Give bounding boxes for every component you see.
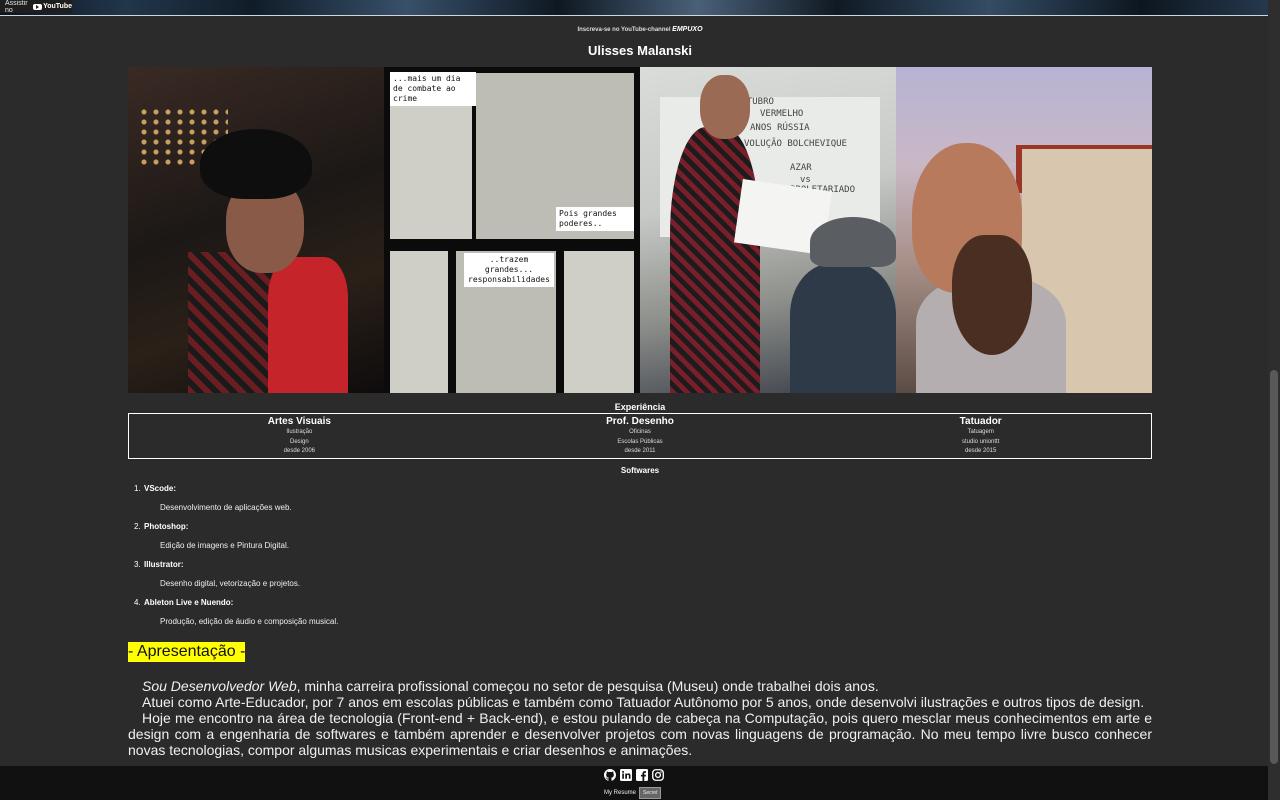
photo-night-balcony <box>128 67 384 393</box>
watch-label: Assistir no <box>5 0 28 14</box>
subscribe-text: Inscreva-se no YouTube-channel EMPUXO <box>577 26 703 33</box>
comic-caption: Pois grandes poderes.. <box>556 207 634 231</box>
watch-on-youtube-button[interactable]: Assistir no YouTube <box>0 0 72 14</box>
resume-row: My Resume Secret <box>604 787 662 799</box>
comic-caption: ...mais um dia de combate ao crime <box>390 72 476 106</box>
experience-table: Artes Visuais Ilustração Design desde 20… <box>128 413 1152 459</box>
photo-gallery: ...mais um dia de combate ao crime Pois … <box>128 67 1152 393</box>
list-item: 3. Illustrator: Desenho digital, vetoriz… <box>134 560 301 588</box>
experience-column: Artes Visuais Ilustração Design desde 20… <box>129 414 470 458</box>
experience-column-title: Artes Visuais <box>267 416 331 427</box>
presentation-paragraph: Sou Desenvolvedor Web, minha carreira pr… <box>142 678 879 694</box>
experience-title: Experiência <box>614 402 666 412</box>
comic-caption: ..trazem grandes... responsabilidades <box>464 253 554 287</box>
youtube-play-icon <box>33 3 43 10</box>
linkedin-icon[interactable] <box>620 769 632 781</box>
experience-column: Prof. Desenho Oficinas Escolas Públicas … <box>470 414 811 458</box>
experience-column: Tatuador Tatuagem studio unionttt desde … <box>810 414 1151 458</box>
video-banner[interactable]: Assistir no YouTube <box>0 0 1268 16</box>
photo-comic-strip: ...mais um dia de combate ao crime Pois … <box>384 67 640 393</box>
channel-name: EMPUXO <box>672 26 703 33</box>
secret-button[interactable]: Secret <box>639 787 662 799</box>
experience-column-title: Tatuador <box>959 416 1002 427</box>
presentation-text: Sou Desenvolvedor Web, minha carreira pr… <box>128 678 1152 758</box>
resume-link[interactable]: My Resume <box>604 790 636 796</box>
scrollbar[interactable] <box>1268 0 1280 800</box>
facebook-icon[interactable] <box>636 769 648 781</box>
youtube-logo: YouTube <box>33 3 72 10</box>
footer: My Resume Secret <box>0 766 1268 800</box>
presentation-paragraph: Hoje me encontro na área de tecnologia (… <box>128 710 1152 758</box>
social-links <box>604 769 664 781</box>
github-icon[interactable] <box>604 769 616 781</box>
photo-sunset-portrait <box>896 67 1152 393</box>
presentation-title: - Apresentação - <box>128 642 246 662</box>
experience-column-title: Prof. Desenho <box>606 416 674 427</box>
list-item: 2. Photoshop: Edição de imagens e Pintur… <box>134 522 289 550</box>
softwares-title: Softwares <box>620 466 660 475</box>
scrollbar-thumb[interactable] <box>1270 370 1278 764</box>
softwares-list: 1. VScode: Desenvolvimento de aplicações… <box>128 484 1028 636</box>
page-title: Ulisses Malanski <box>587 43 693 58</box>
list-item: 1. VScode: Desenvolvimento de aplicações… <box>134 484 292 512</box>
presentation-paragraph: Atuei como Arte-Educador, por 7 anos em … <box>142 694 1145 710</box>
list-item: 4. Ableton Live e Nuendo: Produção, ediç… <box>134 598 339 626</box>
instagram-icon[interactable] <box>652 769 664 781</box>
photo-classroom: OUTUBRO VERMELHO ANOS RÚSSIA VOLUÇÃO BOL… <box>640 67 896 393</box>
